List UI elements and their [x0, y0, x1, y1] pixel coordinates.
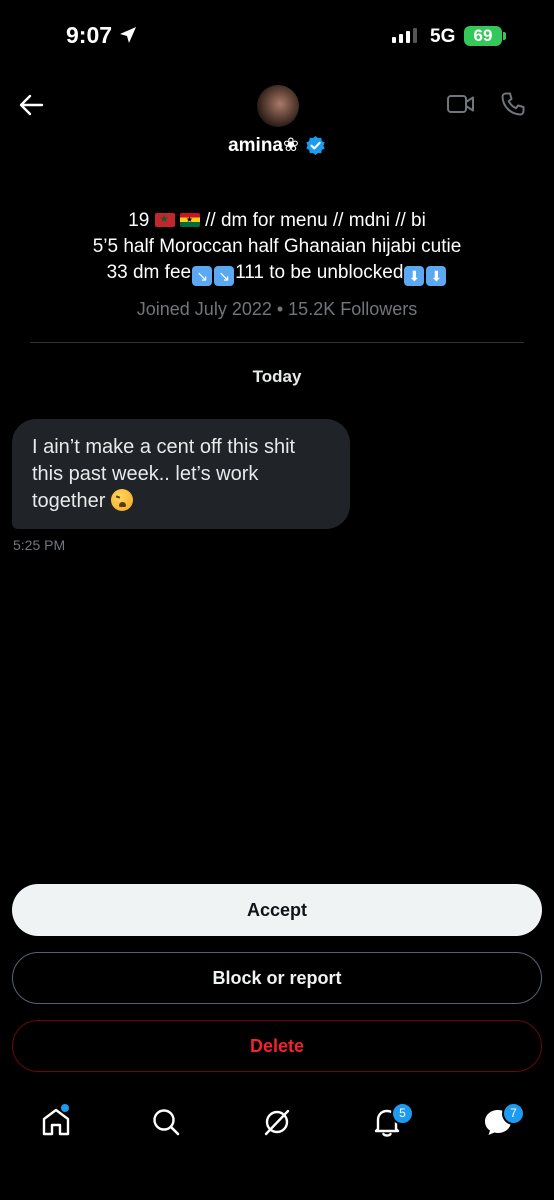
messages-badge: 7: [502, 1102, 525, 1125]
day-separator: Today: [252, 367, 302, 386]
message-timestamp: 5:25 PM: [13, 537, 66, 553]
message-bubble[interactable]: I ain’t make a cent off this shit this p…: [12, 419, 350, 529]
conversation-title[interactable]: amina❀: [0, 134, 554, 157]
profile-meta: Joined July 2022 • 15.2K Followers: [136, 299, 418, 319]
verified-badge-icon: [306, 135, 325, 156]
bio-age: 19: [128, 210, 150, 231]
arrow-down-icon: ⬇: [426, 266, 447, 286]
bio-line-1-text: // dm for menu // mdni // bi: [205, 210, 426, 231]
profile-bio: 19 // dm for menu // mdni // bi 5’5 half…: [0, 208, 554, 286]
network-label: 5G: [430, 26, 456, 47]
message-text: I ain’t make a cent off this shit this p…: [32, 436, 296, 512]
morocco-flag-icon: [154, 213, 175, 227]
display-name: amina❀: [228, 135, 299, 156]
bio-line-3: 33 dm fee ↘ ↘ 111 to be unblocked ⬇ ⬇: [0, 260, 554, 286]
bio-fee-text: 33 dm fee: [106, 262, 192, 283]
arrow-down-right-icon: ↘: [192, 266, 213, 286]
phone-call-icon[interactable]: [500, 91, 526, 117]
block-or-report-button[interactable]: Block or report: [12, 952, 542, 1004]
arrow-down-icon: ⬇: [404, 266, 425, 286]
back-arrow-icon[interactable]: [18, 92, 44, 118]
search-icon[interactable]: [151, 1106, 181, 1138]
battery-nub: [503, 32, 506, 40]
battery-icon: 69: [464, 26, 502, 46]
location-arrow-icon: [120, 27, 136, 43]
bio-unblock-text: 111 to be unblocked: [235, 262, 404, 283]
accept-button[interactable]: Accept: [12, 884, 542, 936]
delete-button[interactable]: Delete: [12, 1020, 542, 1072]
signal-icon: [392, 28, 417, 43]
notifications-badge: 5: [391, 1102, 414, 1125]
arrow-down-right-icon: ↘: [214, 266, 235, 286]
weary-face-emoji-icon: [110, 489, 133, 511]
status-time: 9:07: [66, 22, 113, 48]
ghana-flag-icon: [179, 213, 200, 227]
video-call-icon[interactable]: [446, 92, 476, 116]
avatar[interactable]: [257, 85, 299, 127]
grok-icon[interactable]: [261, 1106, 293, 1138]
divider: [30, 342, 524, 343]
bio-line-1: 19 // dm for menu // mdni // bi: [0, 208, 554, 234]
home-notification-dot: [61, 1104, 69, 1112]
bio-line-2: 5’5 half Moroccan half Ghanaian hijabi c…: [92, 236, 462, 257]
battery-level: 69: [473, 26, 493, 45]
